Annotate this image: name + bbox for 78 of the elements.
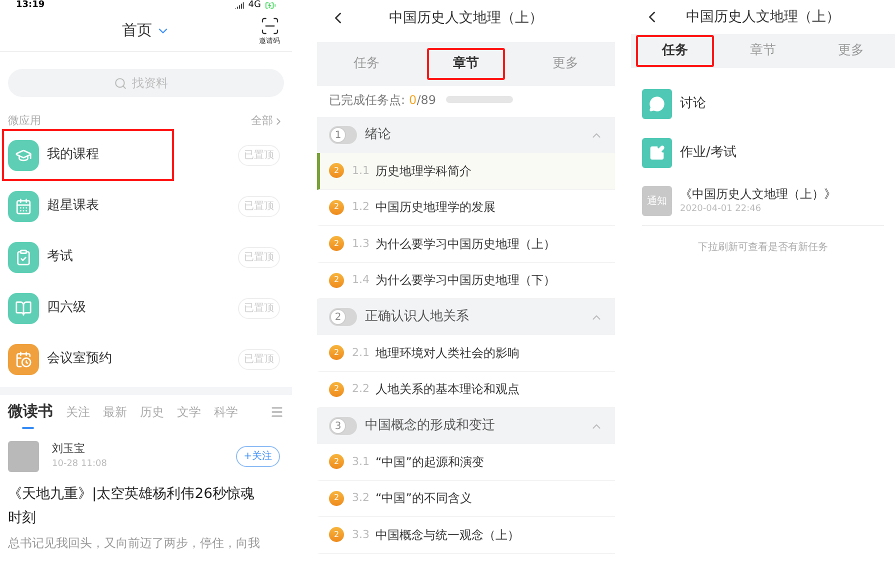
chapter-header[interactable]: 1 绪论: [317, 117, 615, 153]
section-title: 为什么要学习中国历史地理（上）: [376, 236, 556, 253]
search-field[interactable]: 找资料: [8, 69, 284, 97]
avatar-placeholder: [8, 440, 39, 472]
progress-total: /89: [416, 92, 436, 108]
section-title: “中国”的起源和演变: [376, 454, 484, 471]
progress-done: 0: [409, 92, 417, 108]
section-number: 2.1: [352, 344, 370, 360]
chapter-number: 1: [329, 126, 357, 144]
screen-title: 中国历史人文地理（上）: [389, 8, 543, 28]
notice-time: 2020-04-01 22:46: [680, 203, 762, 216]
section-number: 1.2: [352, 199, 370, 215]
section-title: 地理环境对人类社会的影响: [376, 344, 520, 362]
task-badge: 2: [329, 163, 344, 178]
task-badge: 2: [329, 236, 344, 252]
chat-icon: [642, 88, 672, 118]
section-title: 历史地理学科简介: [376, 162, 472, 180]
section-number: 1.4: [352, 272, 370, 288]
section-row[interactable]: 2 3.1 “中国”的起源和演变: [317, 444, 615, 480]
tab-indicator: [22, 426, 34, 429]
app-item[interactable]: 四六级: [2, 282, 174, 334]
task-badge: 2: [329, 454, 344, 470]
task-badge: 2: [329, 382, 344, 397]
section-row[interactable]: 2 1.1 历史地理学科简介: [317, 153, 615, 190]
section-row[interactable]: 2 1.3 为什么要学习中国历史地理（上）: [317, 226, 615, 262]
menu-icon[interactable]: [270, 404, 284, 418]
task-item[interactable]: 作业/考试: [642, 128, 884, 177]
section-number: 3.3: [352, 526, 370, 542]
app-item[interactable]: 超星课表: [2, 180, 174, 232]
screen-title: 中国历史人文地理（上）: [686, 8, 840, 26]
section-row[interactable]: 2 2.1 地理环境对人类社会的影响: [317, 335, 615, 372]
section-number: 3.2: [352, 490, 370, 506]
tab[interactable]: 任务: [636, 35, 714, 67]
chapter-number: 2: [329, 308, 357, 326]
app-item[interactable]: 会议室预约: [2, 333, 174, 385]
feed-tab[interactable]: 微读书: [8, 400, 53, 423]
task-badge: 2: [329, 490, 344, 506]
home-menu[interactable]: 首页: [122, 19, 170, 42]
chapter-header[interactable]: 3 中国概念的形成和变迁: [317, 408, 615, 444]
section-title: 中国概念与统一观念（上）: [376, 526, 520, 544]
post-time: 10-28 11:08: [52, 458, 107, 470]
task-badge: 2: [329, 527, 344, 542]
section-number: 1.3: [352, 236, 370, 252]
tab[interactable]: 章节: [426, 48, 505, 80]
task-item[interactable]: 讨论: [642, 79, 884, 128]
section-title: 为什么要学习中国历史地理（下）: [376, 272, 556, 290]
chapter-header[interactable]: 2 正确认识人地关系: [317, 299, 615, 335]
section-number: 2.2: [352, 381, 370, 397]
search-icon: [114, 77, 127, 90]
post-title[interactable]: 《天地九重》|太空英雄杨利伟26秒惊魂时刻: [0, 472, 292, 530]
chapter-number: 3: [329, 417, 357, 435]
app-item[interactable]: 我的课程: [2, 129, 174, 181]
section-row[interactable]: 2 3.3 中国概念与统一观念（上）: [317, 517, 615, 554]
section-label: 微应用: [8, 113, 41, 129]
section-row[interactable]: 2 1.2 中国历史地理学的发展: [317, 190, 615, 226]
section-number: 1.1: [352, 162, 370, 178]
notice-title: 《中国历史人文地理（上）》: [680, 186, 836, 204]
refresh-hint: 下拉刷新可查看是否有新任务: [697, 240, 829, 255]
author-name: 刘玉宝: [52, 441, 86, 457]
section-row[interactable]: 2 2.2 人地关系的基本理论和观点: [317, 372, 615, 408]
app-item[interactable]: 考试: [2, 231, 174, 283]
section-number: 3.1: [352, 454, 370, 470]
task-badge: 2: [329, 272, 344, 288]
section-row[interactable]: 2 3.2 “中国”的不同含义: [317, 480, 615, 517]
section-title: 中国历史地理学的发展: [376, 199, 496, 216]
section-title: 人地关系的基本理论和观点: [376, 381, 520, 398]
scan-icon[interactable]: [260, 16, 280, 36]
signal-icon: [235, 0, 244, 10]
task-badge: 2: [329, 345, 344, 360]
section-title: “中国”的不同含义: [376, 490, 472, 508]
task-badge: 2: [329, 200, 344, 215]
post-excerpt: 总书记见我回头，又向前迈了两步，停住，向我: [7, 534, 261, 552]
network-label: 4G: [248, 0, 261, 10]
status-time: 13:19: [16, 0, 45, 10]
edit-icon: [642, 138, 672, 168]
progress-label: 已完成任务点:: [329, 92, 406, 108]
battery-icon: [265, 0, 276, 10]
section-row[interactable]: 2 1.4 为什么要学习中国历史地理（下）: [317, 262, 615, 299]
